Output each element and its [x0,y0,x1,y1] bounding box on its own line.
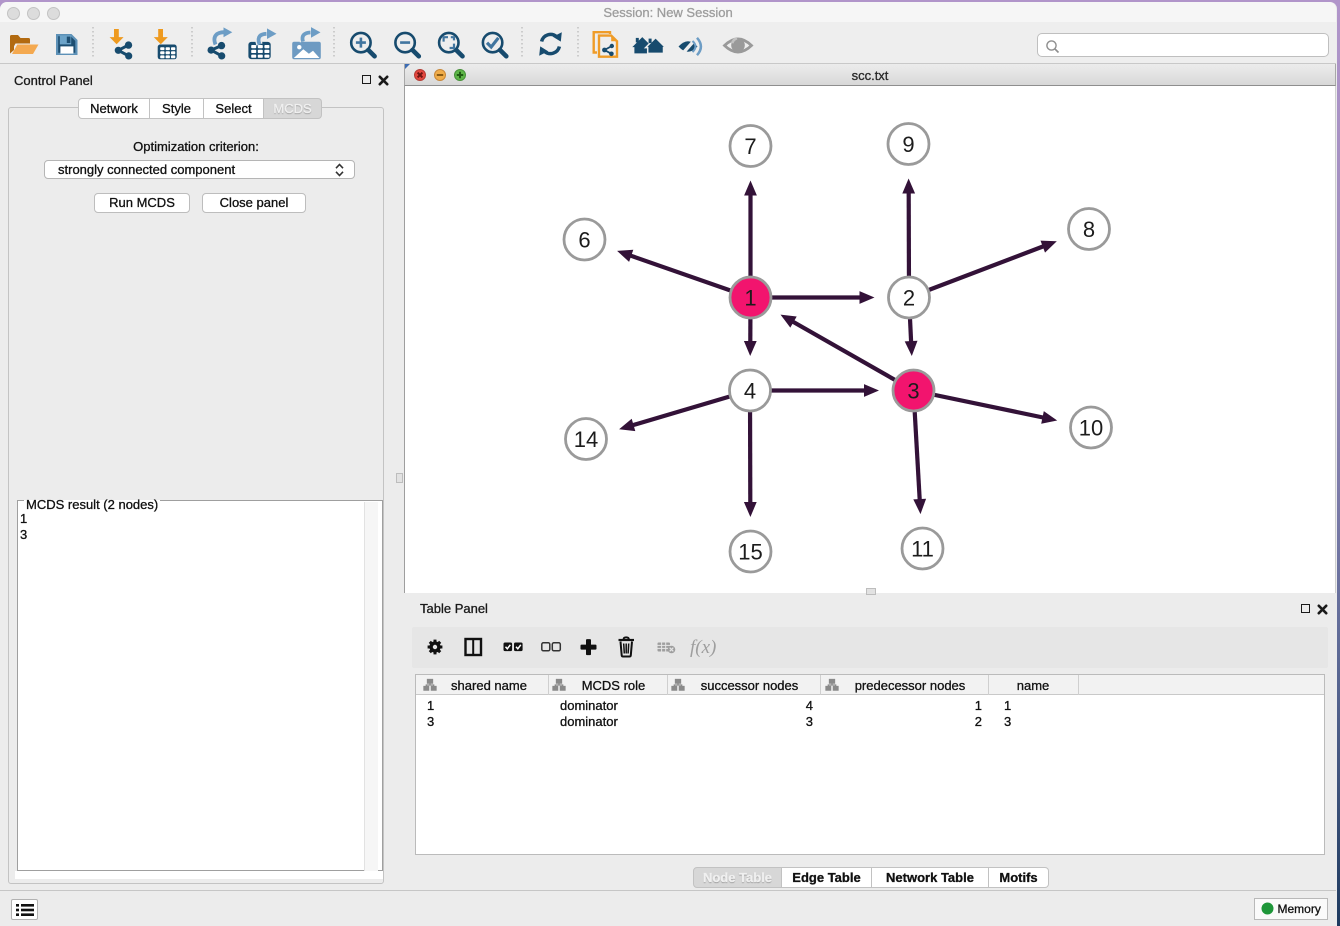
svg-text:11: 11 [911,537,934,562]
svg-text:2: 2 [903,286,915,311]
svg-text:7: 7 [744,134,756,159]
svg-text:8: 8 [1083,217,1095,242]
svg-text:9: 9 [902,132,914,157]
svg-text:14: 14 [574,427,598,452]
svg-text:15: 15 [738,540,762,565]
svg-text:10: 10 [1079,416,1103,441]
svg-text:6: 6 [578,228,590,253]
svg-text:1: 1 [744,286,756,311]
svg-text:f(x): f(x) [690,637,716,658]
svg-text:4: 4 [744,379,756,404]
svg-text:3: 3 [907,379,919,404]
